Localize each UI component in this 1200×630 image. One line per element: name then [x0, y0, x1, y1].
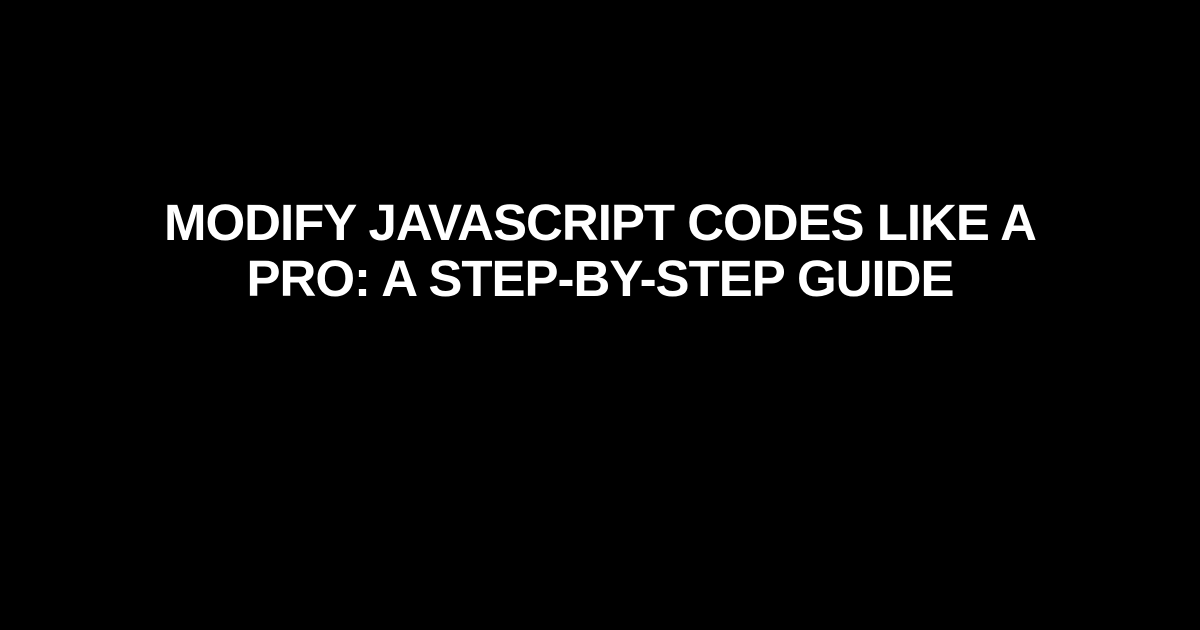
page-title: Modify JavaScript Codes Like a Pro: A St…: [100, 195, 1100, 307]
title-container: Modify JavaScript Codes Like a Pro: A St…: [0, 195, 1200, 307]
